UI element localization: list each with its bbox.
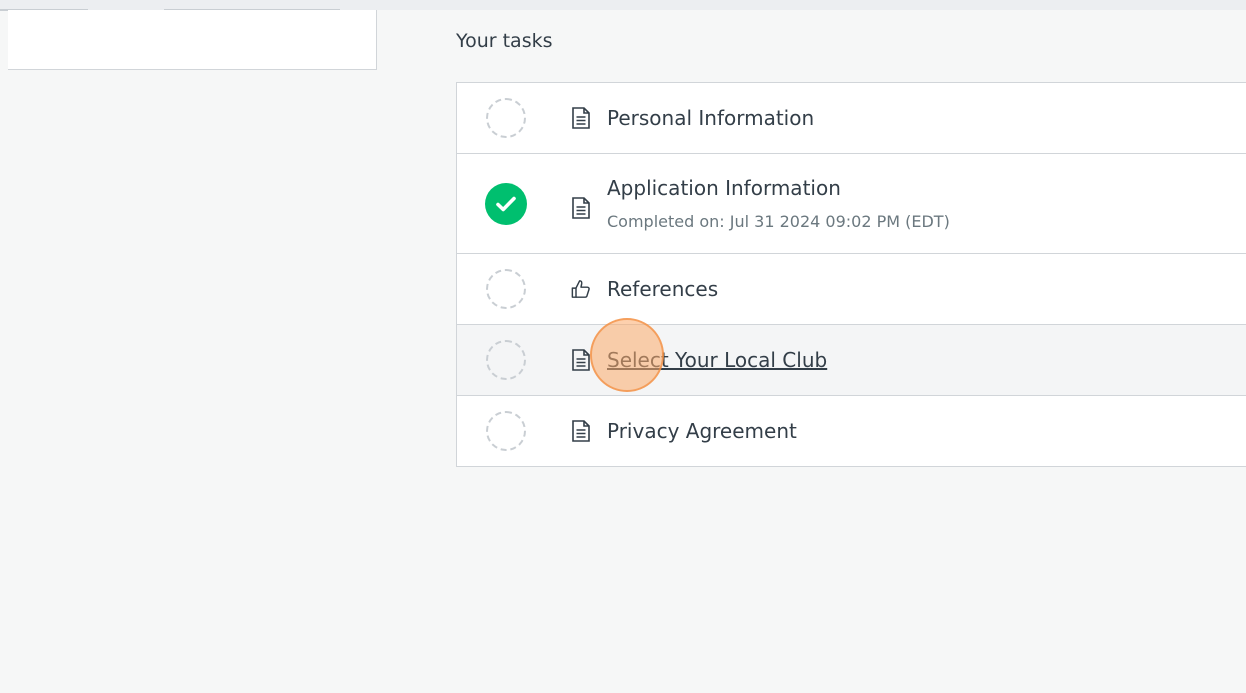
document-icon <box>572 107 590 129</box>
page: Your tasks Personal Information Applicat… <box>0 0 1246 693</box>
task-label[interactable]: References <box>607 277 718 301</box>
thumbs-up-icon <box>571 280 590 298</box>
pending-status-icon <box>486 269 526 309</box>
section-title: Your tasks <box>456 30 553 52</box>
task-list: Personal Information Application Informa… <box>456 82 1246 467</box>
task-row-references[interactable]: References <box>457 254 1246 325</box>
document-icon <box>572 196 590 219</box>
completed-check-icon <box>485 182 527 225</box>
task-row-application-information[interactable]: Application Information Completed on: Ju… <box>457 154 1246 254</box>
completed-timestamp: Completed on: Jul 31 2024 09:02 PM (EDT) <box>607 212 950 231</box>
task-row-select-your-local-club[interactable]: Select Your Local Club <box>457 325 1246 396</box>
sidebar-panel <box>8 10 377 70</box>
document-icon <box>572 420 590 442</box>
task-label[interactable]: Privacy Agreement <box>607 419 797 443</box>
top-nav-strip <box>0 0 1246 11</box>
task-label[interactable]: Personal Information <box>607 106 814 130</box>
pending-status-icon <box>486 411 526 451</box>
task-row-personal-information[interactable]: Personal Information <box>457 83 1246 154</box>
pending-status-icon <box>486 340 526 380</box>
pending-status-icon <box>486 98 526 138</box>
task-link[interactable]: Select Your Local Club <box>607 348 827 372</box>
task-row-privacy-agreement[interactable]: Privacy Agreement <box>457 396 1246 466</box>
document-icon <box>572 349 590 371</box>
task-label[interactable]: Application Information <box>607 176 841 200</box>
